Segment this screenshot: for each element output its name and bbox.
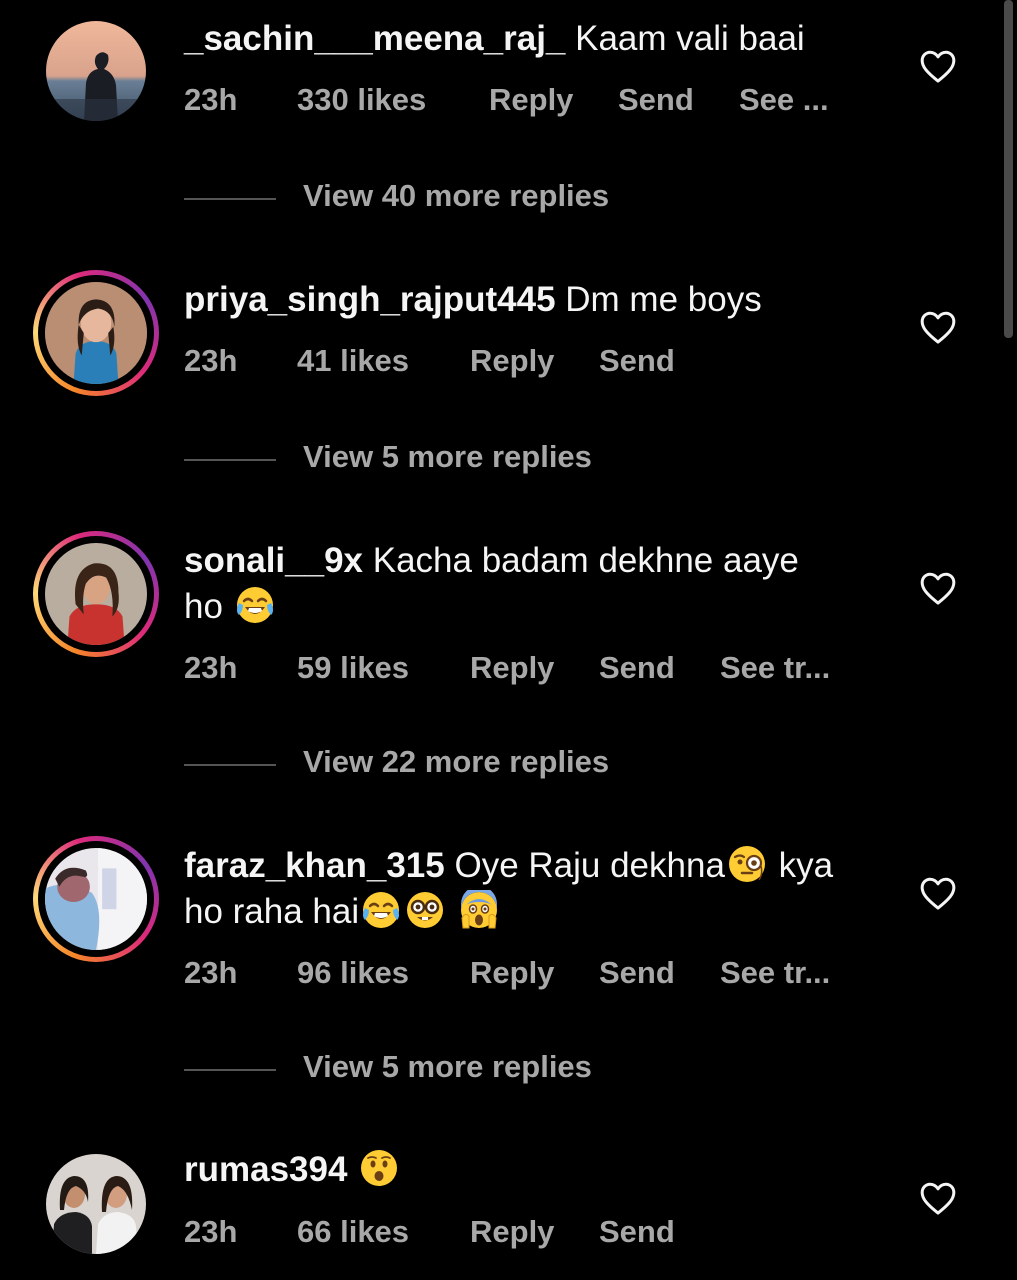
comment-likes[interactable]: 59 likes (297, 650, 409, 686)
face-with-tears-of-joy-icon (235, 585, 275, 625)
heart-outline-icon[interactable] (919, 1180, 957, 1216)
reply-button[interactable]: Reply (470, 1214, 554, 1250)
divider (184, 1069, 276, 1071)
comment-text: Kaam vali baai (575, 19, 805, 58)
comment-likes[interactable]: 96 likes (297, 955, 409, 991)
comment-text-cont: kya (778, 846, 834, 885)
view-replies-label: View 22 more replies (303, 744, 610, 779)
divider (184, 198, 276, 200)
see-translation-button[interactable]: See tr... (720, 955, 830, 991)
heart-outline-icon[interactable] (919, 48, 957, 84)
send-button[interactable]: Send (599, 650, 675, 686)
avatar[interactable] (33, 836, 159, 962)
comment-text: Oye Raju dekhna (454, 846, 725, 885)
heart-outline-icon[interactable] (919, 875, 957, 911)
send-button[interactable]: Send (599, 955, 675, 991)
nerd-face-icon (405, 890, 445, 930)
comment-likes[interactable]: 66 likes (297, 1214, 409, 1250)
comment-username[interactable]: priya_singh_rajput445 (184, 280, 556, 319)
avatar-image (45, 543, 147, 645)
avatar[interactable] (46, 1154, 146, 1254)
comment-time: 23h (184, 82, 238, 117)
avatar-image (45, 282, 147, 384)
face-with-tears-of-joy-icon (361, 890, 401, 930)
send-button[interactable]: Send (599, 343, 675, 379)
comment-time: 23h (184, 343, 238, 378)
view-replies-label: View 5 more replies (303, 439, 592, 474)
send-button[interactable]: Send (618, 82, 694, 118)
heart-outline-icon[interactable] (919, 570, 957, 606)
comment-text-line2: ho (184, 587, 223, 626)
see-translation-button[interactable]: See ... (739, 82, 829, 118)
divider (184, 764, 276, 766)
scrollbar[interactable] (1004, 0, 1013, 338)
comment-time: 23h (184, 955, 238, 990)
view-replies-label: View 5 more replies (303, 1049, 592, 1084)
divider (184, 459, 276, 461)
reply-button[interactable]: Reply (470, 955, 554, 991)
see-translation-button[interactable]: See tr... (720, 650, 830, 686)
comment-username[interactable]: faraz_khan_315 (184, 846, 445, 885)
avatar[interactable] (46, 21, 146, 121)
view-replies-label: View 40 more replies (303, 178, 610, 213)
comment-username[interactable]: rumas394 (184, 1150, 347, 1189)
avatar[interactable] (33, 531, 159, 657)
heart-outline-icon[interactable] (919, 309, 957, 345)
face-with-monocle-icon (727, 844, 767, 884)
comment-text-line2: ho raha hai (184, 892, 360, 931)
send-button[interactable]: Send (599, 1214, 675, 1250)
comment-username[interactable]: sonali__9x (184, 541, 363, 580)
comment-text: Kacha badam dekhne aaye (372, 541, 799, 580)
comment-time: 23h (184, 1214, 238, 1249)
reply-button[interactable]: Reply (470, 650, 554, 686)
comment-likes[interactable]: 41 likes (297, 343, 409, 379)
hushed-face-icon (359, 1148, 399, 1188)
avatar-image (46, 21, 146, 121)
reply-button[interactable]: Reply (470, 343, 554, 379)
comment-text: Dm me boys (565, 280, 762, 319)
comment-username[interactable]: _sachin___meena_raj_ (184, 19, 565, 58)
avatar[interactable] (33, 270, 159, 396)
reply-button[interactable]: Reply (489, 82, 573, 118)
comment-time: 23h (184, 650, 238, 685)
avatar-image (45, 848, 147, 950)
face-screaming-in-fear-icon (459, 890, 499, 930)
avatar-image (46, 1154, 146, 1254)
comment-likes[interactable]: 330 likes (297, 82, 426, 118)
